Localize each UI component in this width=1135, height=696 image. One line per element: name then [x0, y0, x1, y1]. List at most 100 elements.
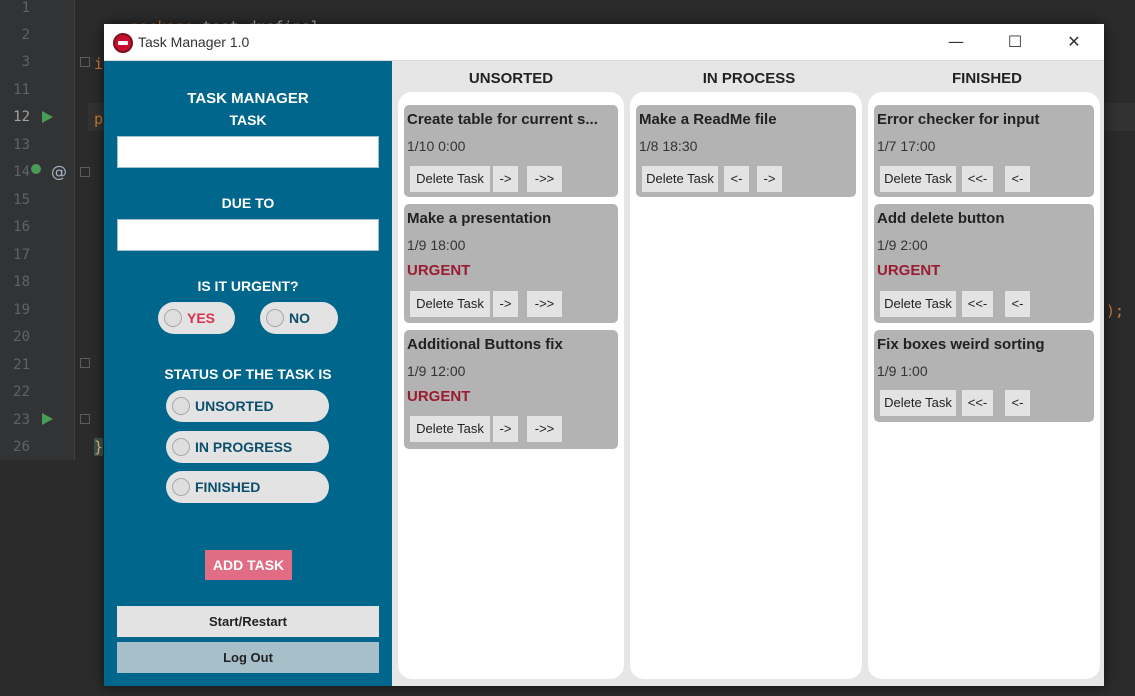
add-task-button[interactable]: ADD TASK — [205, 550, 292, 580]
app-heading: TASK MANAGER — [187, 90, 309, 107]
task-title: Make a ReadMe file — [639, 111, 777, 128]
status-option-label: IN PROGRESS — [195, 439, 293, 455]
task-label: TASK — [229, 112, 267, 128]
move-left-button[interactable]: <- — [1005, 166, 1030, 192]
column-header-finished: FINISHED — [951, 70, 1022, 87]
delete-task-button[interactable]: Delete Task — [410, 166, 490, 192]
urgent-label: IS IT URGENT? — [197, 278, 299, 294]
line-number: 20 — [13, 329, 30, 345]
column-header-unsorted: UNSORTED — [468, 70, 554, 87]
line-number: 15 — [13, 192, 30, 208]
app-logo-icon — [113, 33, 133, 53]
move-left-button[interactable]: <- — [1005, 390, 1030, 416]
fold-icon[interactable] — [80, 358, 90, 368]
log-out-button[interactable]: Log Out — [117, 642, 379, 673]
ide-gutter-separator — [74, 0, 75, 460]
move-to-unsorted-button[interactable]: <<- — [962, 166, 993, 192]
override-icon[interactable] — [31, 164, 41, 174]
start-restart-button[interactable]: Start/Restart — [117, 606, 379, 637]
urgent-badge: URGENT — [877, 262, 941, 279]
task-card: Make a presentation 1/9 18:00 URGENT Del… — [404, 204, 618, 323]
fold-icon[interactable] — [80, 414, 90, 424]
task-title: Error checker for input — [877, 111, 1040, 128]
delete-task-button[interactable]: Delete Task — [880, 166, 956, 192]
move-right-button[interactable]: -> — [493, 291, 518, 317]
line-number: 23 — [13, 412, 30, 428]
line-number: 19 — [13, 302, 30, 318]
radio-circle-icon — [172, 478, 190, 496]
task-input[interactable] — [117, 136, 379, 168]
line-number: 12 — [13, 109, 30, 125]
minimize-button[interactable]: — — [927, 24, 985, 60]
delete-task-button[interactable]: Delete Task — [410, 416, 490, 442]
line-number: 1 — [21, 0, 30, 16]
radio-circle-icon — [172, 397, 190, 415]
task-card: Fix boxes weird sorting 1/9 1:00 Delete … — [874, 330, 1094, 422]
task-date: 1/8 18:30 — [639, 138, 698, 154]
line-number: 11 — [13, 82, 30, 98]
urgent-yes-radio[interactable]: YES — [158, 302, 235, 334]
status-label: STATUS OF THE TASK IS — [164, 366, 332, 382]
task-date: 1/9 1:00 — [877, 363, 928, 379]
task-date: 1/7 17:00 — [877, 138, 936, 154]
delete-task-button[interactable]: Delete Task — [410, 291, 490, 317]
line-number: 2 — [21, 27, 30, 43]
move-right-button[interactable]: -> — [493, 166, 518, 192]
code-partial: p — [94, 110, 104, 128]
urgent-badge: URGENT — [407, 262, 471, 279]
line-number: 18 — [13, 274, 30, 290]
move-right-button[interactable]: -> — [493, 416, 518, 442]
task-card: Make a ReadMe file 1/8 18:30 Delete Task… — [636, 105, 856, 197]
maximize-button[interactable]: ☐ — [986, 24, 1044, 60]
radio-circle-icon — [266, 309, 284, 327]
annotation-icon: @ — [51, 162, 67, 181]
task-title: Additional Buttons fix — [407, 336, 563, 353]
task-title: Fix boxes weird sorting — [877, 336, 1045, 353]
column-unsorted: Create table for current s... 1/10 0:00 … — [398, 92, 624, 679]
fold-icon[interactable] — [80, 167, 90, 177]
close-button[interactable]: ✕ — [1045, 24, 1103, 60]
task-date: 1/9 2:00 — [877, 237, 928, 253]
status-unsorted-radio[interactable]: UNSORTED — [166, 390, 329, 422]
urgent-badge: URGENT — [407, 388, 471, 405]
move-to-unsorted-button[interactable]: <<- — [962, 390, 993, 416]
move-left-button[interactable]: <- — [724, 166, 749, 192]
column-in-process: Make a ReadMe file 1/8 18:30 Delete Task… — [630, 92, 862, 679]
move-left-button[interactable]: <- — [1005, 291, 1030, 317]
line-number: 13 — [13, 137, 30, 153]
urgent-no-radio[interactable]: NO — [260, 302, 338, 334]
task-manager-window: Task Manager 1.0 — ☐ ✕ TASK MANAGER TASK… — [104, 24, 1104, 686]
task-date: 1/10 0:00 — [407, 138, 466, 154]
fold-icon[interactable] — [80, 57, 90, 67]
due-date-input[interactable] — [117, 219, 379, 251]
delete-task-button[interactable]: Delete Task — [642, 166, 718, 192]
line-number: 3 — [21, 54, 30, 70]
line-number: 16 — [13, 219, 30, 235]
radio-circle-icon — [164, 309, 182, 327]
delete-task-button[interactable]: Delete Task — [880, 291, 956, 317]
radio-circle-icon — [172, 438, 190, 456]
move-to-unsorted-button[interactable]: <<- — [962, 291, 993, 317]
status-option-label: UNSORTED — [195, 398, 274, 414]
task-date: 1/9 18:00 — [407, 237, 466, 253]
status-finished-radio[interactable]: FINISHED — [166, 471, 329, 503]
move-to-finished-button[interactable]: ->> — [527, 416, 562, 442]
run-icon[interactable] — [42, 413, 53, 425]
urgent-yes-label: YES — [187, 310, 216, 326]
line-number: 26 — [13, 439, 30, 455]
urgent-no-label: NO — [289, 310, 310, 326]
move-right-button[interactable]: -> — [757, 166, 782, 192]
column-finished: Error checker for input 1/7 17:00 Delete… — [868, 92, 1100, 679]
move-to-finished-button[interactable]: ->> — [527, 291, 562, 317]
run-icon[interactable] — [42, 111, 53, 123]
status-in-progress-radio[interactable]: IN PROGRESS — [166, 431, 329, 463]
task-card: Error checker for input 1/7 17:00 Delete… — [874, 105, 1094, 197]
line-number: 22 — [13, 384, 30, 400]
status-option-label: FINISHED — [195, 479, 261, 495]
task-title: Create table for current s... — [407, 111, 598, 128]
task-title: Make a presentation — [407, 210, 552, 227]
task-card: Create table for current s... 1/10 0:00 … — [404, 105, 618, 197]
move-to-finished-button[interactable]: ->> — [527, 166, 562, 192]
task-card: Additional Buttons fix 1/9 12:00 URGENT … — [404, 330, 618, 449]
delete-task-button[interactable]: Delete Task — [880, 390, 956, 416]
